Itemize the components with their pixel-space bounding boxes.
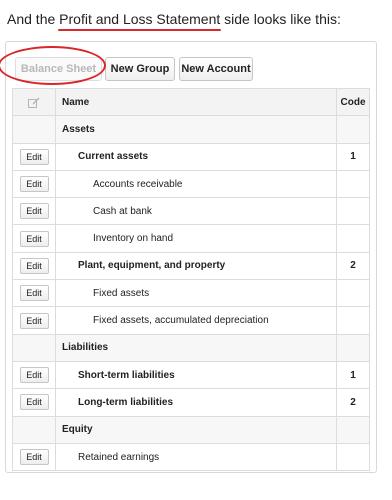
edit-button[interactable]: Edit [19,449,49,465]
table-row: Edit Long-term liabilities 2 [12,388,370,417]
table-header-row: Name Code [12,87,370,117]
row-name: Long-term liabilities [55,388,337,417]
edit-icon [28,97,40,108]
edit-button[interactable]: Edit [19,203,49,220]
row-name: Retained earnings [55,442,337,472]
row-name: Short-term liabilities [55,360,337,390]
table-row: Edit Short-term liabilities 1 [12,360,370,390]
intro-text: And the Profit and Loss Statement side l… [7,11,341,27]
header-code: Code [336,87,370,117]
row-name: Assets [55,115,337,144]
row-code [336,333,370,362]
row-name: Current assets [55,142,337,171]
row-code [336,224,370,253]
row-name: Cash at bank [55,197,337,226]
table-row: Edit Inventory on hand [12,224,370,253]
edit-button[interactable]: Edit [19,285,49,302]
row-code [336,115,370,144]
table-row: Edit Fixed assets [12,279,370,308]
row-code: 2 [336,388,370,417]
edit-button[interactable]: Edit [19,394,49,411]
row-code: 1 [336,360,370,390]
row-name: Fixed assets [55,279,337,308]
header-name: Name [55,87,337,117]
row-code: 2 [336,251,370,281]
table-row: Edit Fixed assets, accumulated depreciat… [12,306,370,335]
new-account-button[interactable]: New Account [179,57,253,81]
edit-button[interactable]: Edit [19,148,49,165]
edit-button[interactable]: Edit [19,230,49,247]
balance-sheet-button[interactable]: Balance Sheet [15,57,102,81]
accounts-table: Name Code Assets Edit Current assets 1 E… [12,87,370,472]
new-group-button[interactable]: New Group [105,57,175,81]
table-row: Edit Retained earnings [12,442,370,472]
table-row: Equity [12,415,370,444]
table-row: Edit Plant, equipment, and property 2 [12,251,370,281]
toolbar: Balance Sheet New Group New Account [0,42,376,88]
header-edit-icon-cell [12,87,56,117]
edit-button[interactable]: Edit [19,312,49,329]
row-code [336,442,370,472]
row-code [336,415,370,444]
row-code [336,169,370,199]
row-name: Fixed assets, accumulated depreciation [55,306,337,335]
table-row: Edit Current assets 1 [12,142,370,171]
intro-text-before: And the [7,11,60,27]
edit-button[interactable]: Edit [19,176,49,193]
row-name: Inventory on hand [55,224,337,253]
row-code: 1 [336,142,370,171]
table-row: Assets [12,115,370,144]
table-row: Liabilities [12,333,370,362]
row-code [336,306,370,335]
intro-text-after: side looks like this: [220,11,341,27]
edit-button[interactable]: Edit [19,257,49,274]
row-name: Plant, equipment, and property [55,251,337,281]
row-name: Liabilities [55,333,337,362]
row-name: Equity [55,415,337,444]
row-code [336,279,370,308]
row-code [336,197,370,226]
row-name: Accounts receivable [55,169,337,199]
accounts-panel: Balance Sheet New Group New Account Name… [0,41,377,473]
edit-button[interactable]: Edit [19,367,49,384]
table-row: Edit Accounts receivable [12,169,370,199]
table-row: Edit Cash at bank [12,197,370,226]
intro-text-highlight: Profit and Loss Statement [59,11,221,27]
